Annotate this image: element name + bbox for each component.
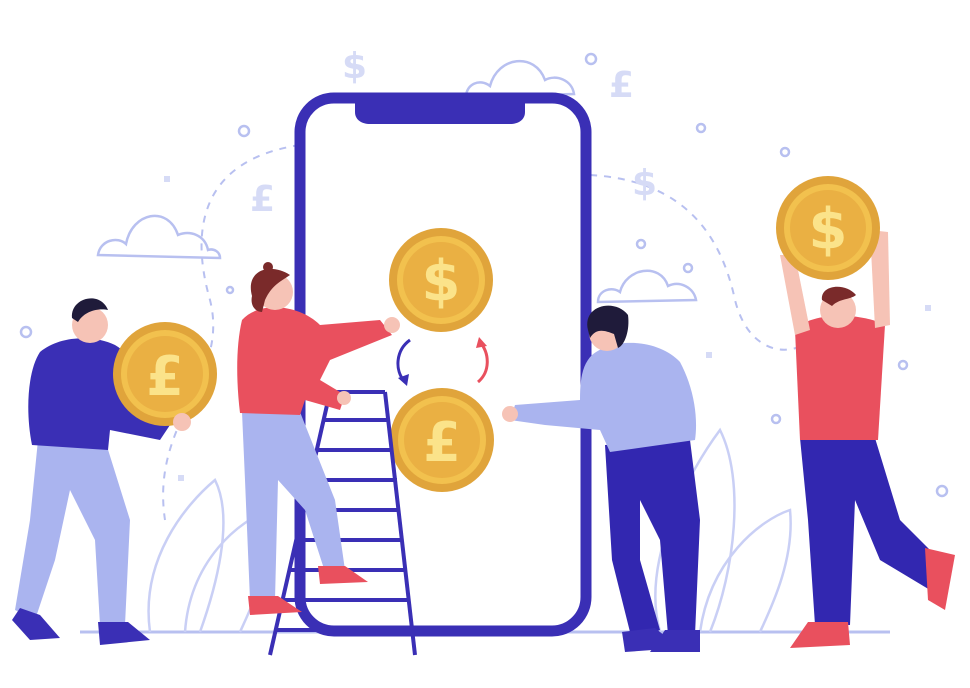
dollar-coin-icon: $ — [389, 228, 493, 332]
floating-dollar-icon: $ — [632, 163, 657, 204]
smartphone — [294, 92, 592, 637]
person-man-holding-coin-up: $ — [776, 176, 955, 648]
cloud-icon — [596, 269, 698, 304]
phone-notch — [355, 103, 525, 124]
cloud-icon — [96, 214, 222, 260]
pound-coin-icon: £ — [113, 322, 217, 426]
floating-dollar-icon: $ — [342, 46, 367, 87]
money-exchange-illustration: $ £ £ $ $ £ £ $ — [12, 46, 955, 656]
pound-coin-icon: £ — [390, 388, 494, 492]
cloud-icon — [464, 60, 576, 99]
floating-pound-icon: £ — [609, 65, 634, 106]
svg-text:$: $ — [422, 249, 461, 314]
floating-pound-icon: £ — [250, 179, 275, 220]
svg-text:£: £ — [146, 345, 184, 408]
phone-frame — [294, 92, 592, 637]
dollar-coin-icon: $ — [776, 176, 880, 280]
svg-text:£: £ — [423, 411, 461, 474]
svg-text:$: $ — [809, 197, 848, 262]
person-left-carrying-coin: £ — [12, 298, 217, 645]
